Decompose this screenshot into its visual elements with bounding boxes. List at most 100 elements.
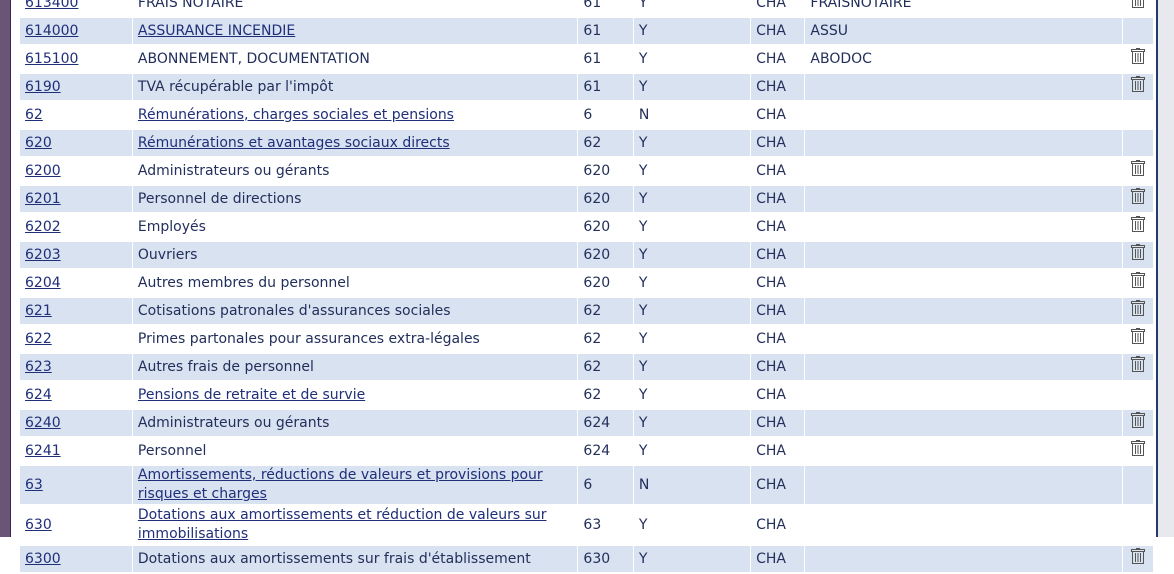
account-code-link[interactable]: 63 [25, 477, 43, 493]
account-code-link[interactable]: 62 [25, 107, 43, 123]
account-alias-cell [804, 438, 1123, 464]
account-alias: ASSU [810, 22, 849, 39]
account-label-cell: TVA récupérable par l'impôt [131, 74, 578, 100]
account-parent: 62 [583, 358, 602, 375]
account-label-cell: Autres membres du personnel [131, 270, 578, 296]
account-type-cell: CHA [750, 438, 805, 464]
account-code-link[interactable]: 630 [25, 517, 52, 533]
account-flag: Y [638, 442, 648, 459]
account-label-link[interactable]: Pensions de retraite et de survie [138, 387, 365, 403]
account-flag-cell: Y [632, 382, 751, 408]
account-code-cell: 6200 [20, 158, 132, 184]
account-flag: Y [638, 134, 648, 151]
account-code-cell: 621 [20, 298, 132, 324]
account-flag-cell: Y [632, 74, 751, 100]
account-code-link[interactable]: 6190 [25, 79, 61, 95]
account-code-link[interactable]: 6300 [25, 551, 61, 567]
account-label-cell: Administrateurs ou gérants [131, 410, 578, 436]
account-parent: 624 [583, 414, 611, 431]
left-sidebar-edge [0, 0, 10, 537]
account-flag-cell: Y [632, 214, 751, 240]
account-parent-cell: 624 [577, 410, 633, 436]
account-code-link[interactable]: 613400 [25, 0, 78, 11]
account-alias-cell [804, 506, 1123, 544]
account-label: FRAIS NOTAIRE [137, 0, 244, 11]
account-flag-cell: Y [632, 438, 751, 464]
right-scroll-gutter[interactable] [1158, 0, 1174, 537]
delete-cell [1122, 466, 1153, 504]
trash-icon[interactable] [1131, 0, 1145, 8]
account-flag-cell: N [632, 466, 751, 504]
account-label-cell: Ouvriers [131, 242, 578, 268]
account-label: TVA récupérable par l'impôt [137, 78, 334, 95]
trash-icon[interactable] [1131, 300, 1146, 316]
account-parent: 62 [583, 330, 602, 347]
account-parent: 62 [583, 386, 602, 403]
account-flag: N [638, 476, 650, 493]
accounts-table: 613400 FRAIS NOTAIRE 61 Y CHA FRAISNOTAI… [20, 0, 1153, 574]
table-row: 622 Primes partonales pour assurances ex… [20, 326, 1153, 352]
account-code-link[interactable]: 6241 [25, 443, 61, 459]
trash-icon[interactable] [1131, 48, 1146, 64]
table-row: 63 Amortissements, réductions de valeurs… [20, 466, 1153, 504]
account-type: CHA [756, 106, 786, 123]
account-label-link[interactable]: Rémunérations, charges sociales et pensi… [138, 107, 454, 123]
account-parent-cell: 624 [577, 438, 633, 464]
account-code-link[interactable]: 6200 [25, 163, 61, 179]
table-row: 613400 FRAIS NOTAIRE 61 Y CHA FRAISNOTAI… [20, 0, 1153, 16]
delete-cell [1122, 242, 1153, 268]
trash-icon[interactable] [1131, 328, 1146, 344]
account-label-cell: Primes partonales pour assurances extra-… [131, 326, 578, 352]
account-code-link[interactable]: 6201 [25, 191, 61, 207]
account-alias-cell [804, 242, 1123, 268]
trash-icon[interactable] [1131, 188, 1146, 204]
account-label: Employés [137, 218, 206, 235]
trash-icon[interactable] [1131, 440, 1146, 456]
trash-icon[interactable] [1131, 548, 1146, 564]
account-code-link[interactable]: 624 [25, 387, 52, 403]
trash-icon[interactable] [1131, 244, 1146, 260]
account-alias-cell [804, 102, 1123, 128]
table-row: 6241 Personnel 624 Y CHA [20, 438, 1153, 464]
account-parent: 63 [583, 516, 602, 533]
table-row: 6190 TVA récupérable par l'impôt 61 Y CH… [20, 74, 1153, 100]
account-code-link[interactable]: 6204 [25, 275, 61, 291]
account-code-link[interactable]: 623 [25, 359, 52, 375]
account-code-link[interactable]: 614000 [25, 23, 78, 39]
trash-icon[interactable] [1131, 160, 1146, 176]
account-code-link[interactable]: 621 [25, 303, 52, 319]
account-code-link[interactable]: 6240 [25, 415, 61, 431]
account-label-link[interactable]: Rémunérations et avantages sociaux direc… [138, 135, 450, 151]
account-flag-cell: Y [632, 354, 751, 380]
account-label-link[interactable]: ASSURANCE INCENDIE [138, 23, 295, 39]
account-parent-cell: 61 [577, 46, 633, 72]
account-type: CHA [756, 302, 786, 319]
account-code-link[interactable]: 622 [25, 331, 52, 347]
delete-cell [1122, 18, 1153, 44]
account-label-link[interactable]: Amortissements, réductions de valeurs et… [138, 467, 543, 502]
trash-icon[interactable] [1131, 76, 1146, 92]
table-row: 621 Cotisations patronales d'assurances … [20, 298, 1153, 324]
account-type-cell: CHA [750, 382, 805, 408]
account-type-cell: CHA [750, 186, 805, 212]
account-parent-cell: 620 [577, 158, 633, 184]
delete-cell [1122, 74, 1153, 100]
trash-icon[interactable] [1131, 412, 1146, 428]
account-code-link[interactable]: 6202 [25, 219, 61, 235]
trash-icon[interactable] [1131, 356, 1146, 372]
account-parent-cell: 62 [577, 298, 633, 324]
account-code-link[interactable]: 615100 [25, 51, 78, 67]
account-code-link[interactable]: 6203 [25, 247, 61, 263]
account-flag: Y [638, 162, 648, 179]
account-code-link[interactable]: 620 [25, 135, 52, 151]
trash-icon[interactable] [1131, 272, 1146, 288]
account-flag: Y [638, 516, 648, 533]
account-type-cell: CHA [750, 298, 805, 324]
left-border-line [10, 0, 11, 537]
account-flag: Y [638, 78, 648, 95]
account-code-cell: 630 [20, 506, 132, 544]
delete-cell [1122, 46, 1153, 72]
account-parent: 61 [583, 50, 602, 67]
account-flag: Y [638, 50, 648, 67]
trash-icon[interactable] [1131, 216, 1146, 232]
